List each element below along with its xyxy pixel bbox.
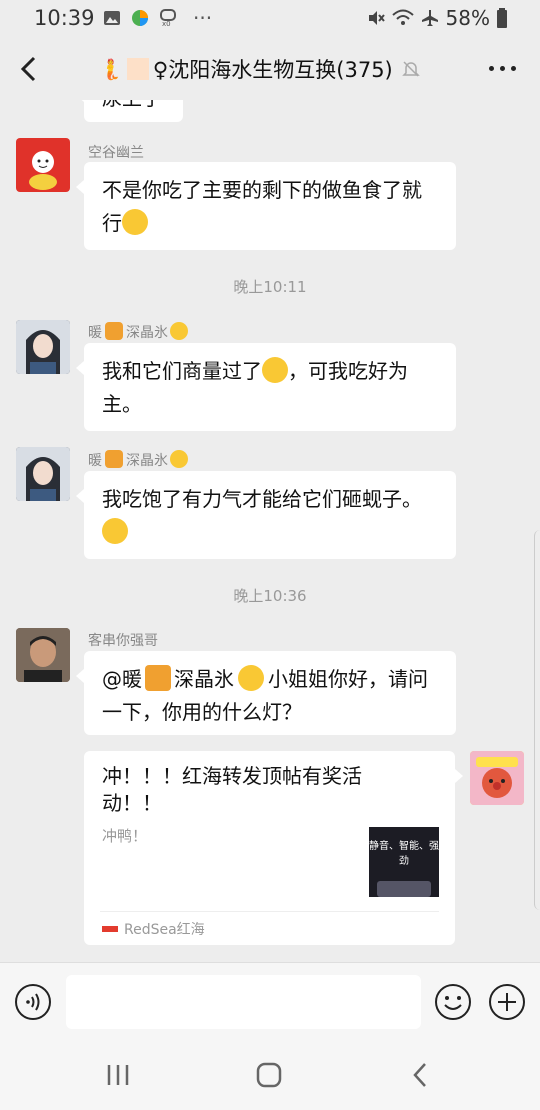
- card-source: RedSea红海: [102, 919, 205, 939]
- sender-name: 暖 深晶氷: [88, 322, 188, 342]
- portrait-avatar-icon: [16, 447, 70, 501]
- peach-square-icon: [126, 58, 149, 80]
- sender-name: 暖 深晶氷: [88, 450, 188, 470]
- status-right: 58%: [366, 6, 508, 30]
- card-thumbnail-text: 静音、智能、强劲: [369, 841, 439, 867]
- message-text: @暖: [102, 667, 142, 691]
- card-title: 冲！！！红海转发顶帖有奖活动！！: [102, 764, 362, 815]
- message-input[interactable]: [66, 975, 421, 1029]
- navigation-bar: [0, 1040, 540, 1110]
- message-text: 我和它们商量过了: [102, 359, 262, 383]
- sender-name: 空谷幽兰: [88, 145, 144, 161]
- message-bubble[interactable]: 尿上了: [76, 100, 183, 122]
- message-text: 尿上了: [102, 100, 162, 110]
- card-source-name: RedSea红海: [124, 922, 205, 938]
- tiger-emoji-icon: [105, 450, 123, 468]
- recent-apps-icon[interactable]: [106, 1064, 130, 1086]
- nav-back-icon[interactable]: [410, 1062, 430, 1088]
- sender-name-part: 暖: [88, 453, 102, 469]
- confused-emoji-icon: [170, 322, 188, 340]
- chat-title: 🧜 ♀沈阳海水生物互换(375): [98, 54, 421, 84]
- portrait-avatar-icon: [16, 320, 70, 374]
- product-image: [377, 881, 431, 897]
- card-thumbnail: 静音、智能、强劲: [369, 827, 439, 897]
- battery-level: 58%: [445, 6, 490, 30]
- avatar[interactable]: [16, 138, 70, 192]
- drooling-emoji-icon: [262, 357, 288, 383]
- dot-icon: [489, 66, 494, 71]
- message-bubble[interactable]: 我和它们商量过了 ，可我吃好为主。: [76, 343, 456, 431]
- time-separator: 晚上10:11: [233, 278, 307, 296]
- sender-name: 客串你强哥: [88, 633, 158, 649]
- grimace-emoji-icon: [238, 665, 264, 691]
- avatar[interactable]: [16, 628, 70, 682]
- message-bubble[interactable]: 我吃饱了有力气才能给它们砸蚬子。: [76, 471, 456, 559]
- wifi-icon: [391, 9, 414, 25]
- time-separator: 晚上10:36: [233, 587, 307, 605]
- divider: [100, 911, 439, 912]
- message-bubble[interactable]: 不是你吃了主要的剩下的做鱼食了就行: [76, 162, 456, 250]
- chat-messages[interactable]: 尿上了 空谷幽兰 不是你吃了主要的剩下的做鱼食了就行 晚上10:11 暖深晶氷 …: [0, 100, 540, 962]
- home-icon[interactable]: [256, 1062, 282, 1088]
- sender-name-part: 深晶氷: [126, 453, 168, 469]
- my-avatar[interactable]: [470, 751, 524, 805]
- tiger-emoji-icon: [145, 665, 171, 691]
- plus-icon[interactable]: [488, 983, 526, 1021]
- group-title: ♀沈阳海水生物互换(375): [152, 58, 393, 82]
- redsea-logo-icon: [102, 926, 118, 932]
- mermaid-icon: 🧜: [98, 57, 123, 81]
- avatar[interactable]: [16, 447, 70, 501]
- emoji-icon[interactable]: [434, 983, 472, 1021]
- gallery-icon: [104, 11, 120, 25]
- mute-icon: [368, 11, 385, 25]
- more-options-button[interactable]: [489, 66, 516, 71]
- card-description: 冲鸭！: [102, 827, 148, 845]
- vpn-icon: x0: [160, 9, 176, 28]
- message-text: 我吃饱了有力气才能给它们砸蚬子。: [102, 487, 422, 511]
- message-bubble[interactable]: @暖 深晶氷 小姐姐你好，请问一下，你用的什么灯？: [76, 651, 456, 735]
- back-icon[interactable]: [14, 52, 44, 86]
- grin-emoji-icon: [102, 518, 128, 544]
- dot-icon: [511, 66, 516, 71]
- sender-name-part: 深晶氷: [126, 325, 168, 341]
- photo-avatar-icon: [16, 628, 70, 682]
- anpanman-avatar-icon: [470, 751, 524, 805]
- battery-icon: [497, 8, 507, 28]
- status-time: 10:39: [34, 6, 95, 30]
- mute-notification-icon: [401, 61, 420, 77]
- sender-name-part: 暖: [88, 325, 102, 341]
- message-text: 不是你吃了主要的剩下的做鱼食了就行: [102, 178, 422, 235]
- airplane-icon: [421, 10, 438, 26]
- voice-icon[interactable]: [14, 983, 52, 1021]
- smirk-emoji-icon: [122, 209, 148, 235]
- dot-icon: [500, 66, 505, 71]
- status-bar: 10:39 x0 ··· 58%: [0, 0, 540, 38]
- tiger-emoji-icon: [105, 322, 123, 340]
- cartoon-avatar-icon: [29, 151, 57, 190]
- confused-emoji-icon: [170, 450, 188, 468]
- chat-header: 🧜 ♀沈阳海水生物互换(375): [0, 38, 540, 100]
- message-text: 深晶氷: [174, 667, 234, 691]
- more-notifications-icon: ···: [193, 6, 213, 30]
- scrollbar[interactable]: [534, 530, 540, 910]
- avatar[interactable]: [16, 320, 70, 374]
- svg-text:x0: x0: [162, 20, 171, 28]
- app-icon: [132, 10, 148, 26]
- input-bar: [0, 962, 540, 1040]
- link-card[interactable]: 冲！！！红海转发顶帖有奖活动！！ 冲鸭！ 静音、智能、强劲 RedSea红海: [84, 751, 463, 945]
